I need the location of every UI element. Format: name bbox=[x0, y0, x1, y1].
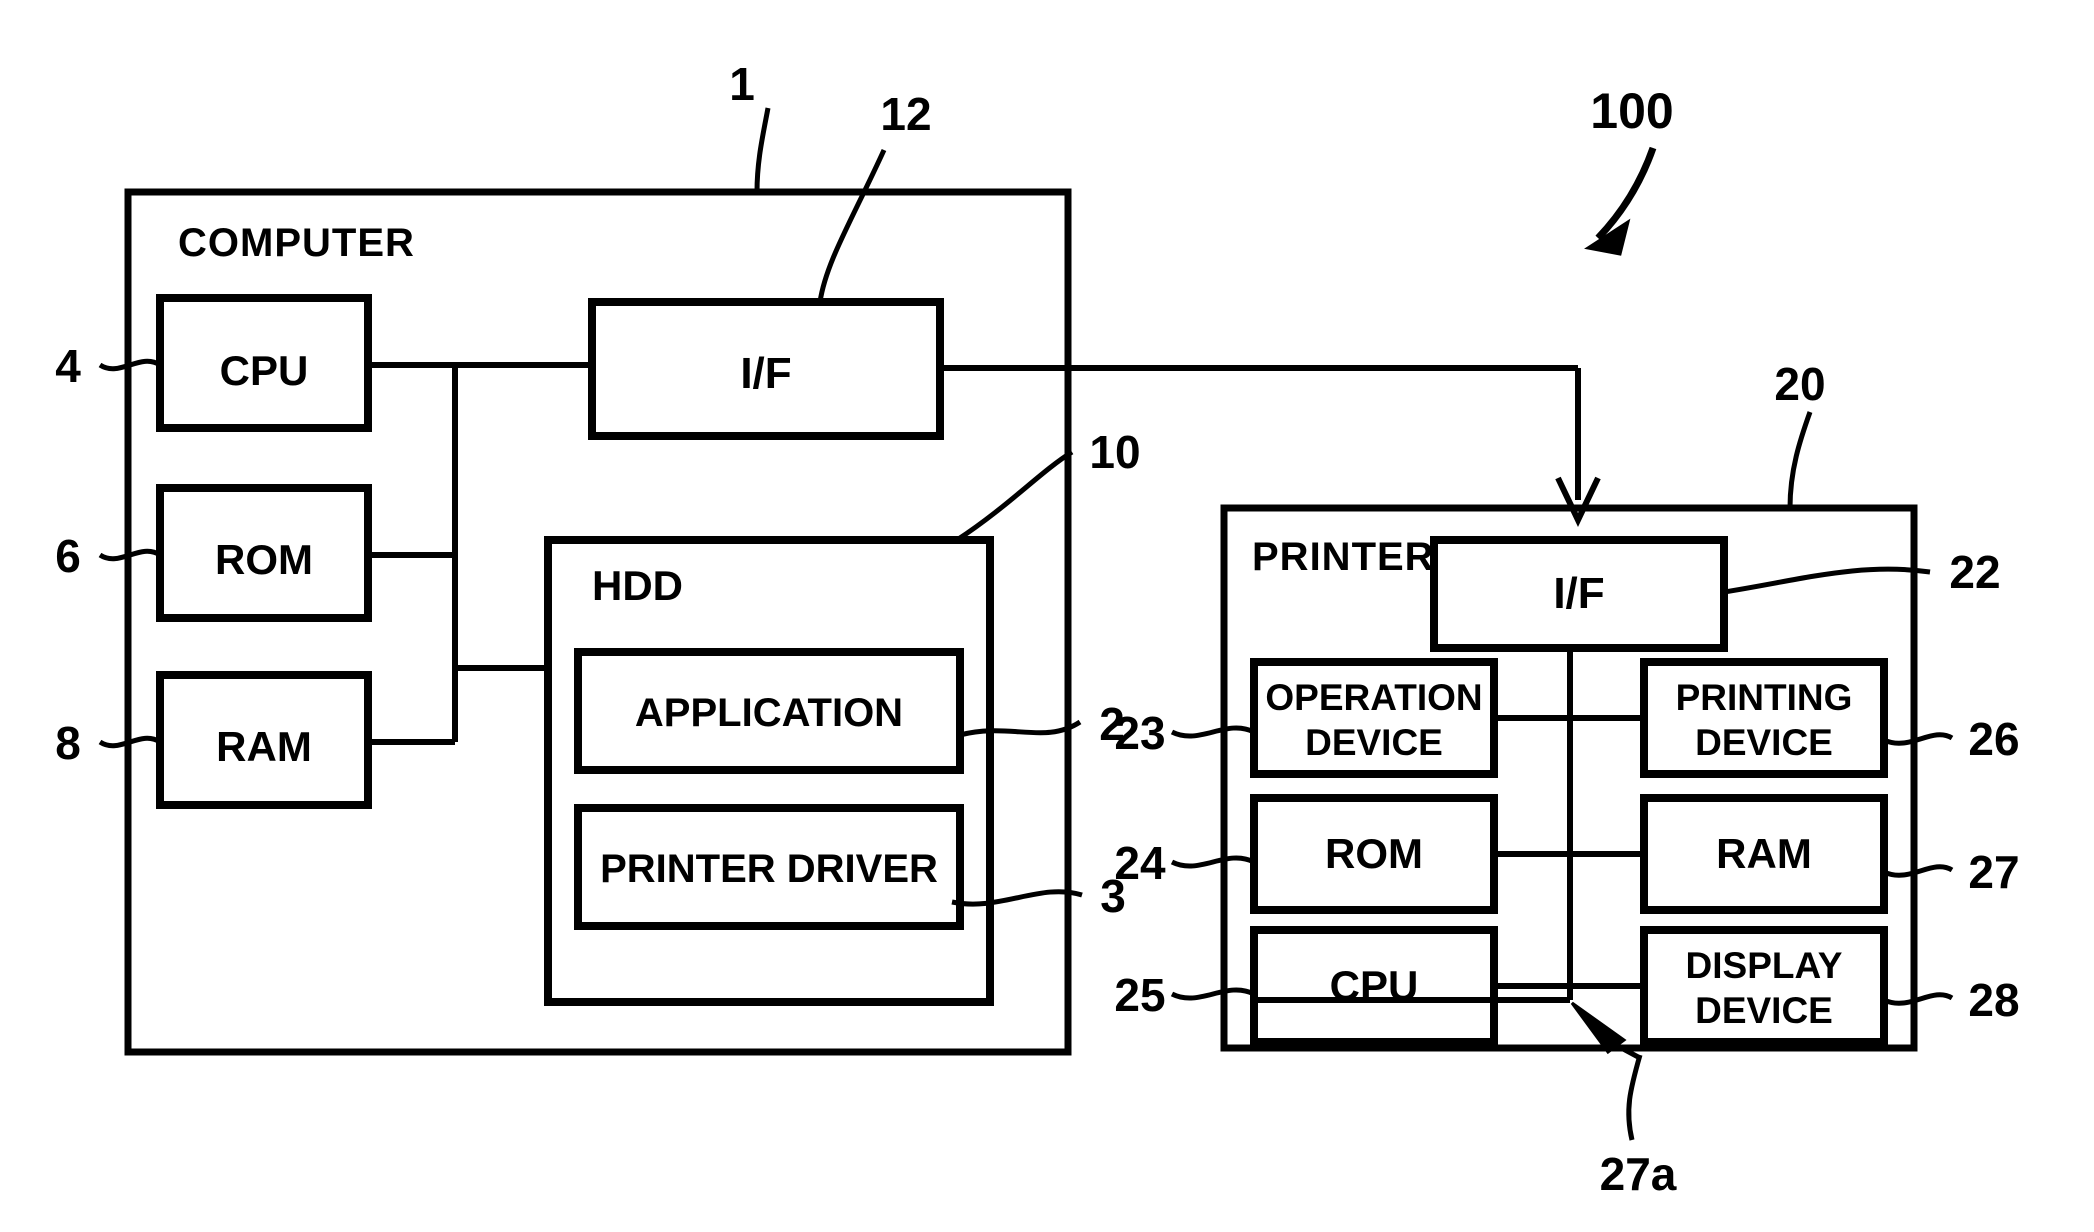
printer-cpu-label: CPU bbox=[1330, 962, 1419, 1009]
printer-operation-device-label-line1: OPERATION bbox=[1265, 677, 1482, 718]
printer-if-label: I/F bbox=[1553, 569, 1604, 618]
reference-number-printer-rom: 24 bbox=[1114, 837, 1166, 889]
computer-if-label: I/F bbox=[740, 349, 791, 398]
reference-number-computer: 1 bbox=[729, 58, 755, 110]
patent-block-diagram: COMPUTER 1 CPU 4 ROM 6 RAM 8 I/F 12 HDD … bbox=[0, 0, 2094, 1232]
reference-number-hdd: 10 bbox=[1089, 426, 1140, 478]
reference-number-ram: 8 bbox=[55, 717, 81, 769]
reference-number-printer: 20 bbox=[1774, 358, 1825, 410]
reference-number-cpu: 4 bbox=[55, 340, 81, 392]
reference-number-operation-device: 23 bbox=[1114, 707, 1165, 759]
reference-number-printer-ram: 27 bbox=[1968, 846, 2019, 898]
reference-number-printer-bus: 27a bbox=[1600, 1148, 1677, 1200]
printer-title: PRINTER bbox=[1252, 535, 1435, 579]
computer-title: COMPUTER bbox=[178, 221, 415, 265]
figure-canvas: COMPUTER 1 CPU 4 ROM 6 RAM 8 I/F 12 HDD … bbox=[0, 0, 2094, 1232]
printer-display-device-label-line2: DEVICE bbox=[1695, 990, 1833, 1031]
printer-printing-device-label-line2: DEVICE bbox=[1695, 722, 1833, 763]
printer-ram-label: RAM bbox=[1716, 830, 1812, 877]
computer-hdd-label: HDD bbox=[592, 562, 683, 609]
reference-number-printer-if: 22 bbox=[1949, 546, 2000, 598]
reference-number-system: 100 bbox=[1590, 83, 1673, 139]
reference-number-display-device: 28 bbox=[1968, 974, 2019, 1026]
reference-number-printing-device: 26 bbox=[1968, 713, 2019, 765]
computer-printer-driver-label: PRINTER DRIVER bbox=[600, 847, 938, 891]
printer-operation-device-label-line2: DEVICE bbox=[1305, 722, 1443, 763]
computer-application-label: APPLICATION bbox=[635, 691, 903, 735]
reference-number-if: 12 bbox=[880, 88, 931, 140]
printer-display-device-label-line1: DISPLAY bbox=[1686, 945, 1843, 986]
computer-rom-label: ROM bbox=[215, 536, 313, 583]
printer-printing-device-label-line1: PRINTING bbox=[1676, 677, 1853, 718]
computer-cpu-label: CPU bbox=[220, 347, 309, 394]
reference-number-rom: 6 bbox=[55, 530, 81, 582]
computer-ram-label: RAM bbox=[216, 723, 312, 770]
printer-rom-label: ROM bbox=[1325, 830, 1423, 877]
reference-number-printer-cpu: 25 bbox=[1114, 969, 1165, 1021]
